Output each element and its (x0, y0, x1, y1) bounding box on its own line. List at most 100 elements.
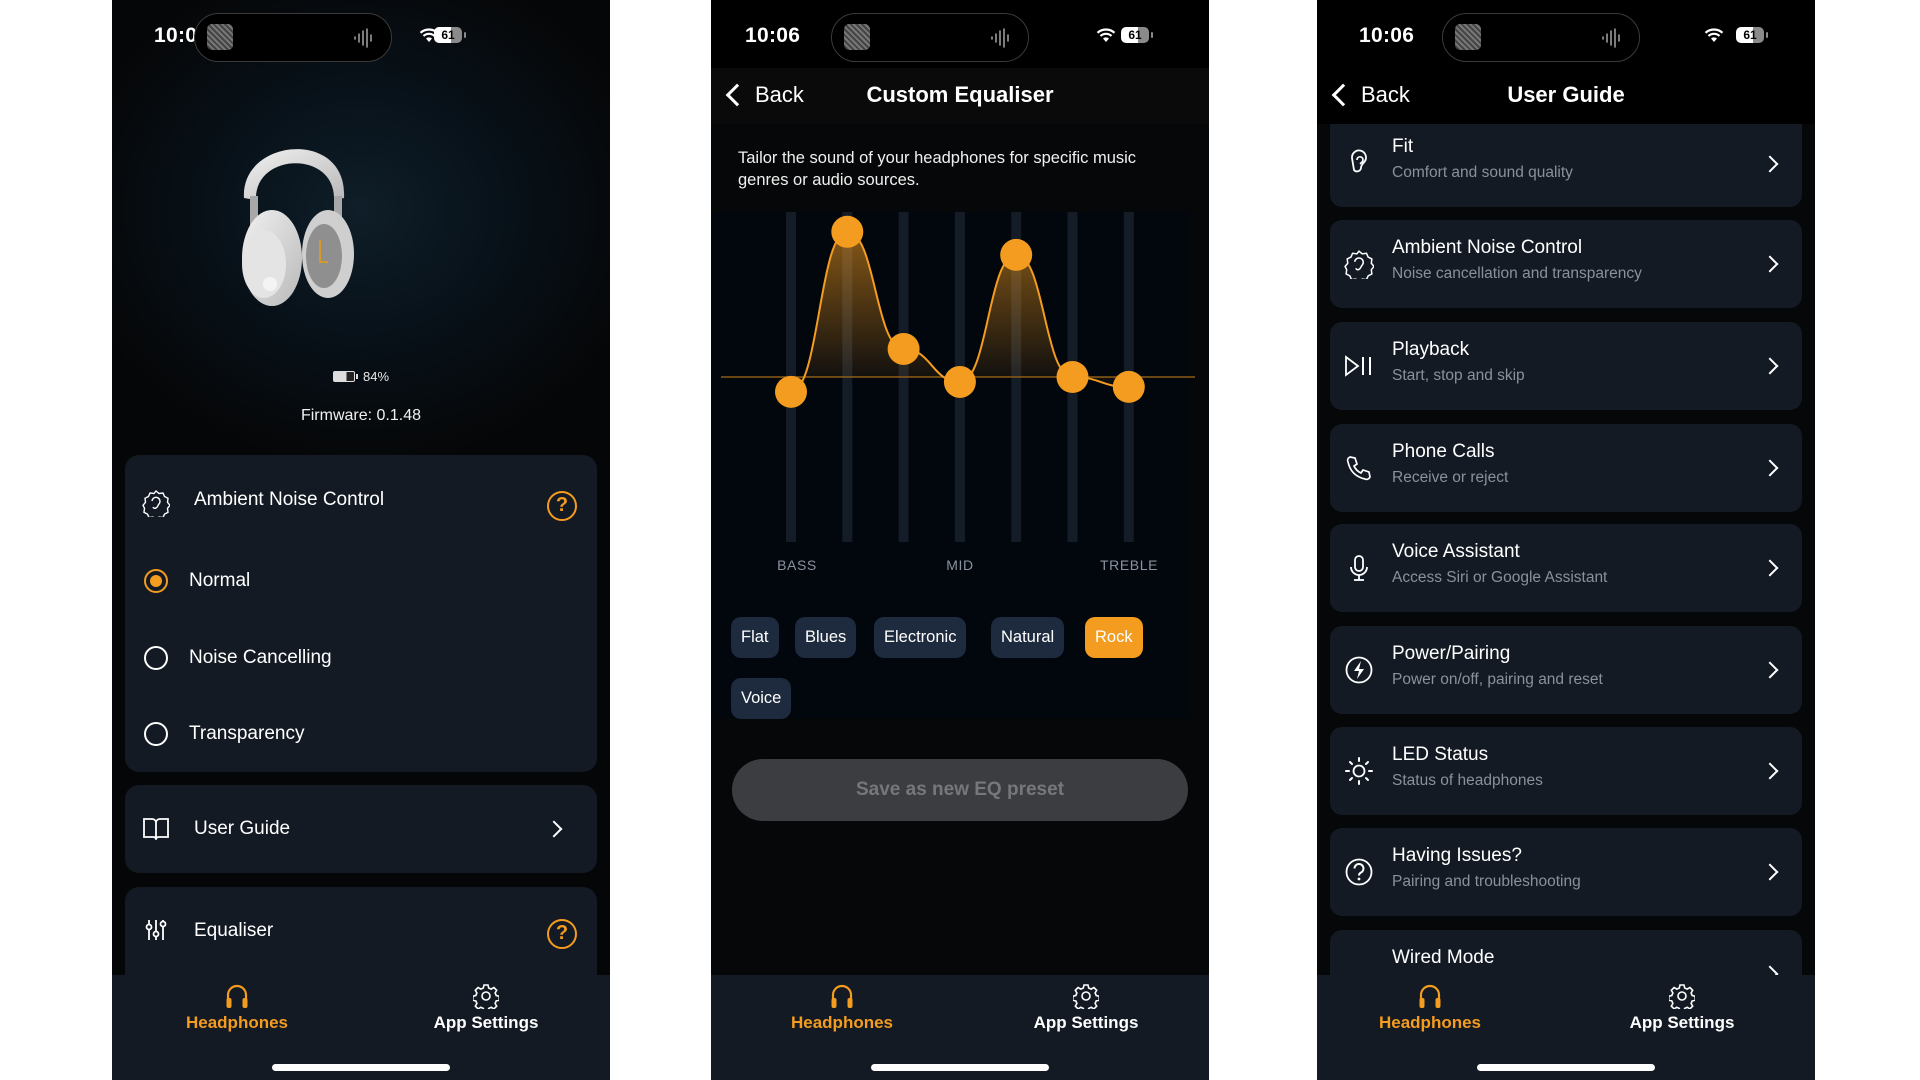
user-guide-card[interactable]: User Guide (125, 785, 597, 873)
wifi-icon (1704, 28, 1724, 42)
eq-band-handle[interactable] (831, 215, 864, 248)
tab-headphones[interactable]: Headphones (742, 983, 942, 1033)
tab-label: App Settings (1629, 1013, 1735, 1032)
home-indicator[interactable] (871, 1064, 1049, 1071)
guide-item-wired-mode[interactable]: Wired Mode (1330, 930, 1802, 975)
guide-item-subtitle: Status of headphones (1392, 772, 1543, 789)
eq-band-handle[interactable] (943, 365, 976, 398)
radio-selected[interactable] (144, 569, 168, 593)
headphone-battery: 84% (112, 369, 610, 384)
eq-graph[interactable] (711, 212, 1209, 582)
tab-label: Headphones (1378, 1013, 1482, 1032)
ear-icon (142, 490, 170, 517)
chevron-right-icon (1761, 762, 1779, 780)
chevron-right-icon (1761, 155, 1779, 173)
preset-flat[interactable]: Flat (731, 617, 779, 658)
wifi-icon (1096, 28, 1116, 42)
wired-icon (1344, 959, 1374, 975)
guide-item-subtitle: Noise cancellation and transparency (1392, 265, 1642, 282)
headphones-home-screen: 10:05 61 84% Firmware: 0.1.48 Ambient No… (112, 0, 610, 1080)
help-icon[interactable]: ? (547, 491, 577, 521)
chevron-right-icon (1761, 255, 1779, 273)
home-indicator[interactable] (1477, 1064, 1655, 1071)
guide-item-power-pairing[interactable]: Power/Pairing Power on/off, pairing and … (1330, 626, 1802, 714)
chevron-right-icon (1761, 965, 1779, 975)
headphones-icon (831, 984, 853, 1008)
guide-item-voice-assistant[interactable]: Voice Assistant Access Siri or Google As… (1330, 524, 1802, 612)
battery-icon (332, 371, 358, 382)
tab-label: App Settings (1033, 1013, 1139, 1032)
guide-item-title: Playback (1392, 339, 1470, 360)
power-bolt-icon (1345, 656, 1373, 684)
home-indicator[interactable] (272, 1064, 450, 1071)
battery-status-icon: 61 (434, 27, 466, 43)
tab-app-settings[interactable]: App Settings (1582, 983, 1782, 1033)
status-time: 10:06 (745, 24, 801, 47)
eq-band-handle[interactable] (1056, 361, 1089, 393)
preset-blues[interactable]: Blues (795, 617, 857, 658)
radio-unselected[interactable] (144, 722, 168, 746)
chevron-right-icon (1761, 459, 1779, 477)
audio-wave-icon (1602, 28, 1620, 48)
status-bar: 10:05 61 (112, 0, 610, 68)
play-pause-icon (1345, 355, 1371, 377)
guide-item-fit[interactable]: Fit Comfort and sound quality (1330, 124, 1802, 207)
guide-item-having-issues[interactable]: Having Issues? Pairing and troubleshooti… (1330, 828, 1802, 916)
tab-label: Headphones (185, 1013, 289, 1032)
guide-item-title: Fit (1392, 136, 1414, 157)
user-guide-screen: 10:06 61 Back User Guide Fit Comfort and… (1317, 0, 1815, 1080)
status-bar: 10:06 61 (711, 0, 1209, 68)
preset-rock[interactable]: Rock (1085, 617, 1143, 658)
firmware-version: Firmware: 0.1.48 (300, 407, 422, 424)
guide-item-subtitle: Access Siri or Google Assistant (1392, 569, 1608, 586)
preset-voice[interactable]: Voice (731, 678, 792, 719)
battery-status-icon: 61 (1121, 27, 1153, 43)
eq-band-handle[interactable] (887, 332, 920, 365)
eq-band-handle[interactable] (1000, 238, 1033, 271)
anc-option-label: Normal (189, 570, 251, 591)
status-time: 10:06 (1359, 24, 1415, 47)
guide-item-title: Power/Pairing (1392, 643, 1511, 664)
question-icon (1345, 858, 1373, 886)
headphones-icon (1419, 984, 1441, 1008)
guide-list[interactable]: Fit Comfort and sound quality Ambient No… (1330, 124, 1802, 975)
preset-natural[interactable]: Natural (991, 617, 1065, 658)
anc-option-label: Noise Cancelling (189, 647, 332, 668)
guide-item-ambient-noise-control[interactable]: Ambient Noise Control Noise cancellation… (1330, 220, 1802, 308)
tab-bar: Headphones App Settings (1317, 975, 1815, 1080)
tab-app-settings[interactable]: App Settings (986, 983, 1186, 1033)
battery-status-icon: 61 (1736, 27, 1768, 43)
guide-item-title: LED Status (1392, 744, 1489, 765)
eq-band-handle[interactable] (1112, 370, 1145, 403)
gear-icon (1669, 984, 1695, 1009)
dynamic-island (194, 13, 392, 62)
guide-item-playback[interactable]: Playback Start, stop and skip (1330, 322, 1802, 410)
tab-app-settings[interactable]: App Settings (386, 983, 586, 1033)
radio-unselected[interactable] (144, 646, 168, 670)
sun-icon (1345, 757, 1373, 785)
dynamic-island (831, 13, 1029, 62)
tab-headphones[interactable]: Headphones (137, 983, 337, 1033)
nav-bar: Back Custom Equaliser (711, 68, 1209, 124)
eq-band-handle[interactable] (775, 375, 807, 408)
save-preset-button[interactable]: Save as new EQ preset (732, 759, 1188, 821)
headphones-icon (226, 984, 248, 1008)
preset-electronic[interactable]: Electronic (874, 617, 967, 658)
anc-title: Ambient Noise Control (194, 489, 385, 510)
equaliser-title: Equaliser (194, 920, 274, 941)
eq-label-mid: MID (946, 557, 974, 573)
guide-item-subtitle: Comfort and sound quality (1392, 164, 1573, 181)
help-icon[interactable]: ? (547, 919, 577, 949)
ear-icon (1351, 149, 1367, 173)
guide-item-title: Wired Mode (1392, 947, 1495, 968)
guide-item-led-status[interactable]: LED Status Status of headphones (1330, 727, 1802, 815)
ambient-ear-icon (1344, 250, 1374, 279)
tab-headphones[interactable]: Headphones (1330, 983, 1530, 1033)
microphone-icon (1350, 555, 1368, 581)
nav-bar: Back User Guide (1317, 68, 1815, 124)
guide-item-subtitle: Receive or reject (1392, 469, 1509, 486)
dynamic-island (1442, 13, 1640, 62)
guide-item-phone-calls[interactable]: Phone Calls Receive or reject (1330, 424, 1802, 512)
tab-bar: Headphones App Settings (112, 975, 610, 1080)
guide-item-subtitle: Power on/off, pairing and reset (1392, 671, 1603, 688)
